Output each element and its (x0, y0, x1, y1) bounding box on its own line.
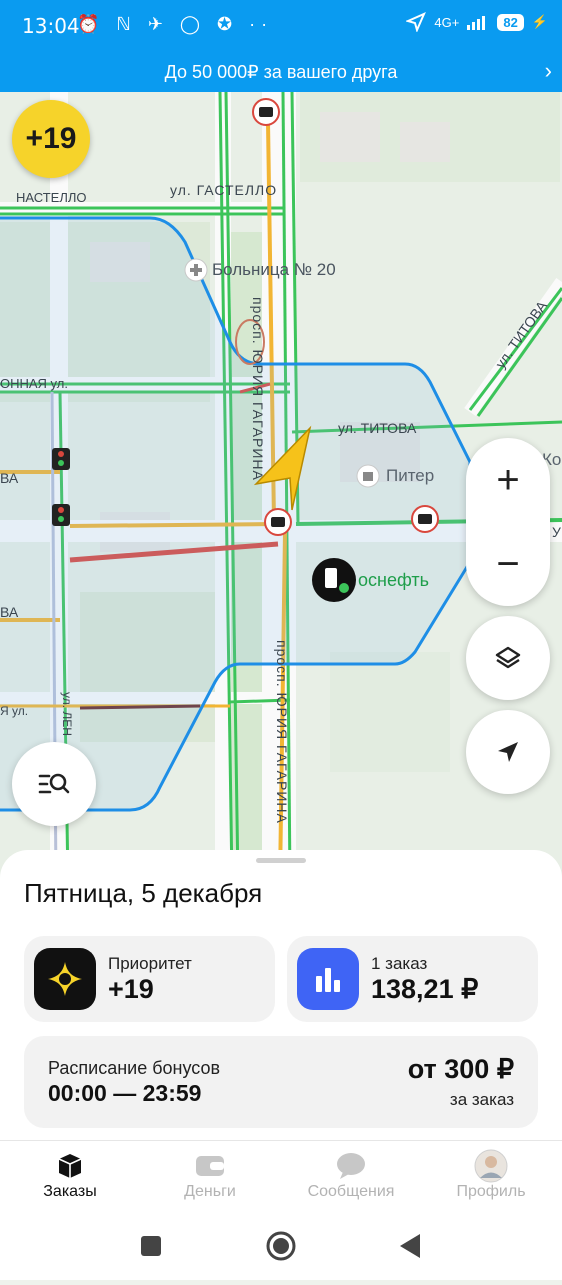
orders-card[interactable]: 1 заказ 138,21 ₽ (287, 936, 538, 1022)
street-label-gastello: ул. ГАСТЕЛЛО (170, 182, 278, 198)
poi-label-rosneft: оснефть (358, 570, 429, 590)
home-button[interactable] (266, 1231, 296, 1261)
bonus-schedule-card[interactable]: Расписание бонусов 00:00 — 23:59 от 300 … (24, 1036, 538, 1128)
nav-tab-messages-label: Сообщения (307, 1183, 395, 1200)
bonus-schedule-time: 00:00 — 23:59 (48, 1080, 202, 1106)
street-label-va-2: ВА (0, 604, 19, 620)
shop-icon (356, 464, 380, 488)
zoom-out-button[interactable]: − (466, 522, 550, 606)
fuel-station-icon[interactable] (312, 558, 356, 602)
system-navigation-bar (0, 1214, 562, 1280)
nav-tab-messages[interactable]: Сообщения (291, 1149, 411, 1201)
priority-badge-value: +19 (25, 122, 77, 155)
priority-value: +19 (108, 974, 154, 1004)
street-label-nastello: НАСТЕЛЛО (16, 190, 87, 205)
back-button[interactable] (400, 1234, 420, 1258)
chevron-right-icon: › (544, 58, 552, 83)
nav-tab-orders[interactable]: Заказы (10, 1149, 130, 1201)
zoom-controls: + − (466, 438, 550, 606)
priority-card[interactable]: Приоритет +19 (24, 936, 275, 1022)
bonus-amount: от 300 ₽ (407, 1054, 514, 1084)
priority-label: Приоритет (108, 954, 192, 973)
street-label-ya-ul: Я ул. (0, 704, 29, 718)
priority-badge[interactable]: +19 (12, 100, 90, 178)
street-label-va-1: ВА (0, 470, 19, 486)
referral-banner[interactable]: До 50 000₽ за вашего друга › (0, 52, 562, 92)
zoom-in-button[interactable]: + (466, 438, 550, 522)
search-list-icon (38, 773, 70, 794)
traffic-light-icon (52, 504, 70, 526)
traffic-light-icon (52, 448, 70, 470)
referral-banner-text: До 50 000₽ за вашего друга (164, 62, 398, 82)
layers-button[interactable] (466, 616, 550, 700)
bottom-sheet[interactable]: Пятница, 5 декабря Приоритет +19 1 заказ… (0, 850, 562, 1140)
sheet-date: Пятница, 5 декабря (24, 878, 263, 908)
charging-icon: ⚡ (531, 14, 548, 29)
bonus-per-order: за заказ (449, 1090, 514, 1109)
camera-marker (411, 505, 439, 533)
wallet-icon (196, 1156, 224, 1176)
status-right: 4G+ 82 ⚡ (406, 12, 548, 32)
location-icon (406, 12, 427, 32)
bottom-navigation: Заказы Деньги Сообщения Профиль (0, 1140, 562, 1215)
nav-tab-money-label: Деньги (184, 1183, 236, 1200)
notification-icons: ⏰ ℕ ✈ ◯ ✪ ·· (77, 14, 274, 34)
locate-icon (498, 742, 518, 762)
chat-bubble-icon (337, 1153, 365, 1179)
sheet-drag-handle[interactable] (256, 858, 306, 863)
camera-marker (264, 508, 292, 536)
bonus-schedule-title: Расписание бонусов (48, 1058, 221, 1078)
hospital-icon (184, 258, 208, 282)
recent-apps-button[interactable] (141, 1236, 161, 1256)
nav-tab-profile[interactable]: Профиль (431, 1149, 551, 1201)
poi-label-piter: Питер (386, 466, 435, 485)
locate-button[interactable] (466, 710, 550, 794)
street-label-u: У (552, 524, 561, 540)
poi-label-hospital: Больница № 20 (212, 260, 336, 279)
nav-tab-orders-label: Заказы (43, 1183, 97, 1200)
stats-icon (297, 948, 359, 1010)
orders-count: 1 заказ (371, 954, 428, 973)
signal-icon (467, 16, 486, 30)
nav-tab-money[interactable]: Деньги (150, 1149, 270, 1201)
street-label-gagarin-bottom: просп. ЮРИЯ ГАГАРИНА (274, 640, 290, 824)
network-type: 4G+ (434, 14, 460, 30)
camera-marker (252, 98, 280, 126)
street-label-gagarin-top: просп. ЮРИЯ ГАГАРИНА (250, 297, 266, 481)
status-time: 13:04 (22, 14, 80, 38)
street-label-titova: ул. ТИТОВА (338, 420, 417, 436)
avatar (474, 1149, 508, 1183)
search-list-button[interactable] (12, 742, 96, 826)
street-label-len: ул. ЛЕН (60, 692, 74, 736)
nav-tab-profile-label: Профиль (456, 1183, 526, 1200)
layers-icon (495, 646, 521, 669)
street-label-onnaya: ОННАЯ ул. (0, 376, 68, 391)
orders-earnings: 138,21 ₽ (371, 974, 479, 1004)
priority-icon (34, 948, 96, 1010)
orders-cube-icon (58, 1154, 82, 1178)
status-bar: 13:04 ⏰ ℕ ✈ ◯ ✪ ·· 4G+ 82 ⚡ (0, 0, 562, 52)
battery-level: 82 (497, 13, 524, 31)
